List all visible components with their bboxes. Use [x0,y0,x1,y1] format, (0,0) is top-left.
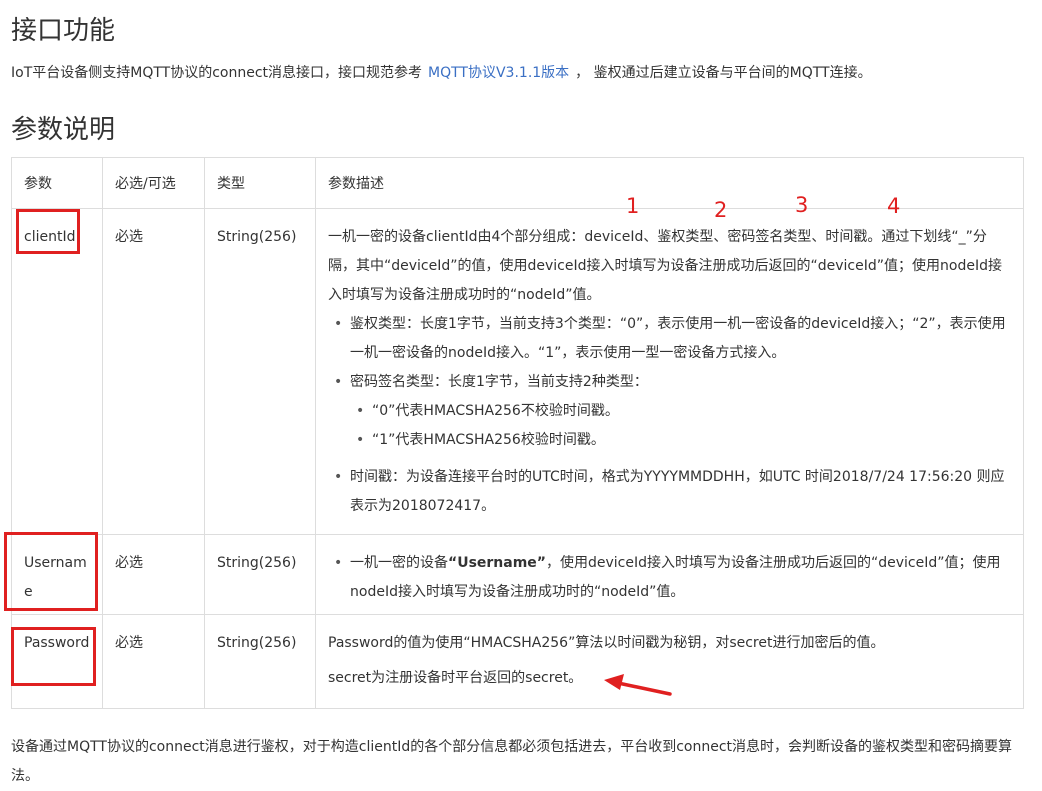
param-type: String(256) [204,614,316,709]
list-item: “0”代表HMACSHA256不校验时间戳。 [356,397,1011,426]
header-description: 参数描述 [315,157,1024,209]
intro-text-end: ， 鉴权通过后建立设备与平台间的MQTT连接。 [575,65,872,81]
param-name: clientId [11,208,103,535]
list-item: 时间戳：为设备连接平台时的UTC时间，格式为YYYYMMDDHH，如UTC 时间… [334,463,1011,521]
clientid-highlight-box [16,209,80,254]
password-desc-line1: Password的值为使用“HMACSHA256”算法以时间戳为秘钥，对secr… [328,635,885,651]
list-item: “1”代表HMACSHA256校验时间戳。 [356,426,1011,455]
list-item: 一机一密的设备“Username”，使用deviceId接入时填写为设备注册成功… [334,549,1011,607]
annotation-number-1: 1 [626,194,640,218]
clientid-bullet-list: 鉴权类型：长度1字节，当前支持3个类型：“0”，表示使用一机一密设备的devic… [328,310,1011,521]
username-desc-start: 一机一密的设备 [350,555,448,571]
param-type: String(256) [204,208,316,535]
header-required: 必选/可选 [102,157,205,209]
table-header-row: 参数 必选/可选 类型 参数描述 [11,157,1024,209]
clientid-description: 一机一密的设备clientId由4个部分组成：deviceId、鉴权类型、密码签… [328,229,1002,303]
username-bullet-list: 一机一密的设备“Username”，使用deviceId接入时填写为设备注册成功… [328,549,1011,607]
intro-text: IoT平台设备侧支持MQTT协议的connect消息接口，接口规范参考 [11,65,423,81]
param-type: String(256) [204,534,316,615]
password-highlight-box [11,627,96,686]
param-description: 一机一密的设备clientId由4个部分组成：deviceId、鉴权类型、密码签… [315,208,1024,535]
table-row: Username 必选 String(256) 一机一密的设备“Username… [11,534,1024,615]
param-required: 必选 [102,534,205,615]
sign-type-text: 密码签名类型：长度1字节，当前支持2种类型： [350,374,648,390]
sign-type-sublist: “0”代表HMACSHA256不校验时间戳。 “1”代表HMACSHA256校验… [350,397,1011,455]
intro-paragraph: IoT平台设备侧支持MQTT协议的connect消息接口，接口规范参考 MQTT协… [11,62,872,82]
username-desc-bold: “Username” [448,555,546,571]
section-title: 参数说明 [11,115,116,145]
param-required: 必选 [102,208,205,535]
page-title: 接口功能 [11,16,116,46]
username-highlight-box [4,532,98,611]
params-table: 参数 必选/可选 类型 参数描述 clientId 必选 String(256)… [11,157,1024,709]
param-description: 一机一密的设备“Username”，使用deviceId接入时填写为设备注册成功… [315,534,1024,615]
list-item: 密码签名类型：长度1字节，当前支持2种类型： “0”代表HMACSHA256不校… [334,368,1011,463]
red-arrow-icon [604,674,672,696]
header-type: 类型 [204,157,316,209]
annotation-number-3: 3 [795,193,809,217]
list-item: 鉴权类型：长度1字节，当前支持3个类型：“0”，表示使用一机一密设备的devic… [334,310,1011,368]
annotation-number-4: 4 [887,194,901,218]
annotation-number-2: 2 [714,198,728,222]
header-param: 参数 [11,157,103,209]
table-row: clientId 必选 String(256) 一机一密的设备clientId由… [11,208,1024,535]
footer-paragraph: 设备通过MQTT协议的connect消息进行鉴权，对于构造clientId的各个… [11,739,1013,784]
table-row: Password 必选 String(256) Password的值为使用“HM… [11,614,1024,709]
mqtt-spec-link[interactable]: MQTT协议V3.1.1版本 [428,65,569,81]
param-required: 必选 [102,614,205,709]
